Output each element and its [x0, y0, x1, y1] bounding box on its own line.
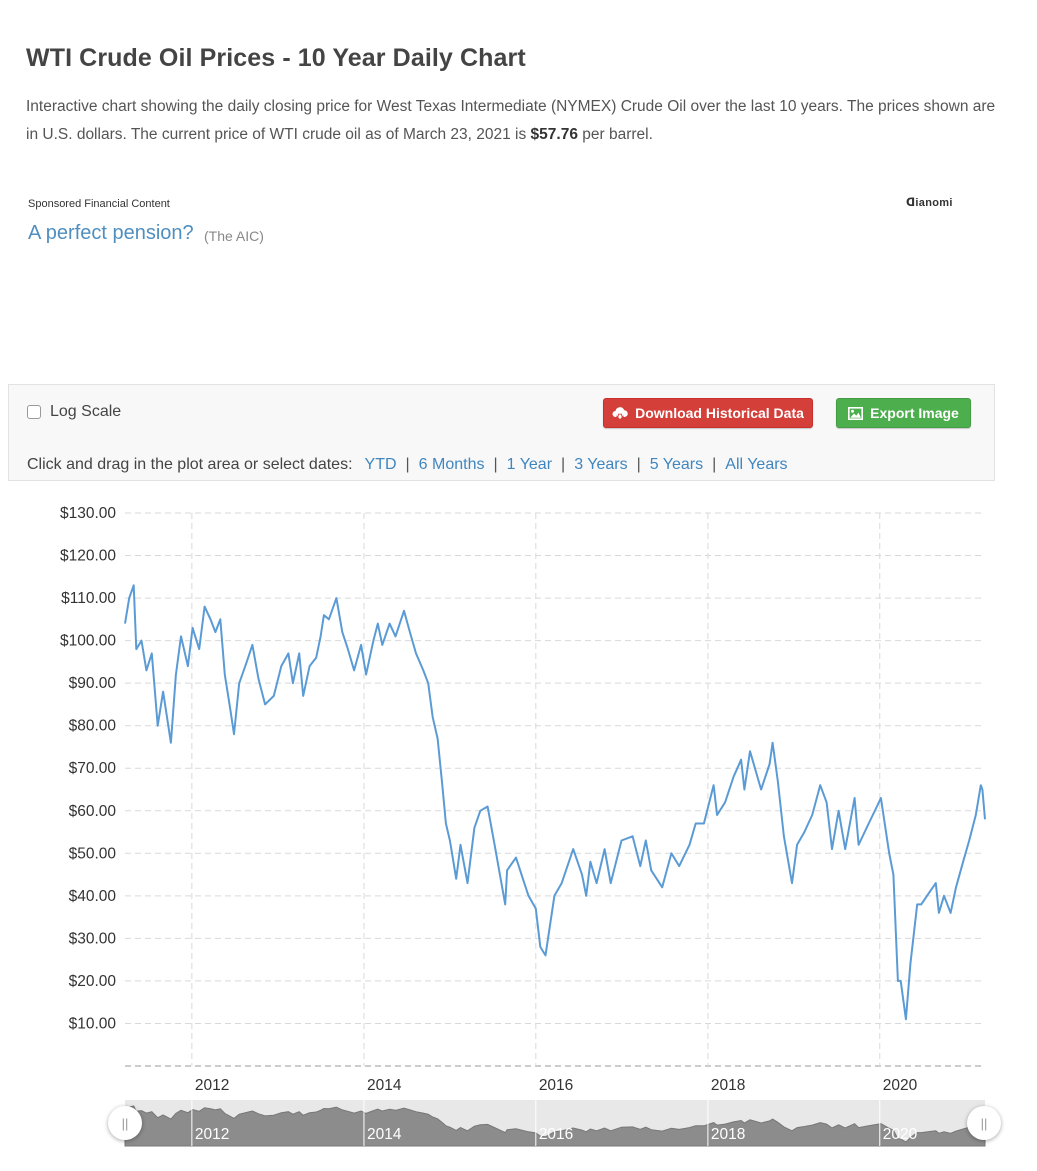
y-tick-label: $60.00 [69, 803, 117, 820]
range-3-years[interactable]: 3 Years [574, 456, 627, 474]
sponsored-label: Sponsored Financial Content [28, 198, 170, 210]
navigator-tick-label: 2014 [367, 1126, 402, 1143]
y-tick-label: $80.00 [69, 718, 117, 735]
y-tick-label: $30.00 [69, 930, 117, 947]
range-separator: | [712, 456, 717, 473]
range-ytd[interactable]: YTD [365, 456, 397, 474]
dianomi-logo: ᗡianomi [906, 197, 953, 209]
page-title: WTI Crude Oil Prices - 10 Year Daily Cha… [26, 44, 526, 72]
range-separator: | [561, 456, 566, 473]
range-6-months[interactable]: 6 Months [419, 456, 485, 474]
range-selector: Click and drag in the plot area or selec… [27, 456, 788, 474]
navigator-tick-label: 2018 [711, 1126, 745, 1143]
intro-paragraph: Interactive chart showing the daily clos… [26, 93, 1011, 149]
navigator[interactable]: 2012 2014 2016 2018 2020 [124, 1100, 986, 1147]
y-tick-label: $100.00 [60, 633, 116, 650]
price-series [124, 584, 986, 1021]
log-scale-checkbox[interactable] [27, 405, 41, 419]
chart-toolbar: Log Scale Download Historical Data Expor… [8, 384, 995, 481]
y-tick-label: $40.00 [69, 888, 117, 905]
range-prompt: Click and drag in the plot area or selec… [27, 456, 353, 473]
x-tick-label: 2016 [539, 1077, 573, 1094]
price-chart[interactable]: $130.00 $120.00 $110.00 $100.00 $90.00 $80.00… [0, 495, 1037, 1171]
range-1-year[interactable]: 1 Year [507, 456, 552, 474]
download-label: Download Historical Data [635, 405, 804, 421]
navigator-tick-label: 2016 [539, 1126, 573, 1143]
y-tick-label: $50.00 [69, 845, 117, 862]
cloud-download-icon [612, 407, 628, 420]
price-line [124, 584, 986, 1021]
y-tick-label: $20.00 [69, 973, 117, 990]
intro-suffix: per barrel. [577, 126, 653, 143]
y-tick-label: $130.00 [60, 505, 116, 522]
range-separator: | [636, 456, 641, 473]
x-tick-label: 2020 [883, 1077, 918, 1094]
log-scale-label: Log Scale [50, 403, 122, 420]
y-tick-label: $90.00 [69, 675, 117, 692]
sponsored-source: (The AIC) [204, 228, 264, 244]
y-axis: $130.00 $120.00 $110.00 $100.00 $90.00 $80.00… [60, 505, 116, 1032]
y-tick-label: $10.00 [69, 1015, 117, 1032]
range-5-years[interactable]: 5 Years [650, 456, 703, 474]
sponsored-link[interactable]: A perfect pension? [28, 222, 194, 245]
range-all-years[interactable]: All Years [725, 456, 787, 474]
export-image-button[interactable]: Export Image [836, 398, 971, 428]
range-separator: | [493, 456, 498, 473]
image-icon [848, 406, 864, 420]
navigator-right-handle[interactable]: || [967, 1106, 1001, 1140]
log-scale-toggle[interactable]: Log Scale [27, 403, 121, 421]
navigator-tick-label: 2012 [195, 1126, 229, 1143]
y-tick-label: $110.00 [61, 590, 116, 607]
y-tick-label: $120.00 [60, 548, 116, 565]
range-separator: | [405, 456, 410, 473]
x-axis: 2012 2014 2016 2018 2020 [195, 1077, 918, 1094]
x-tick-label: 2018 [711, 1077, 745, 1094]
x-tick-label: 2014 [367, 1077, 402, 1094]
intro-text: Interactive chart showing the daily clos… [26, 98, 996, 143]
x-tick-label: 2012 [195, 1077, 229, 1094]
vertical-gridlines [191, 513, 881, 1066]
horizontal-gridlines [125, 512, 985, 1067]
current-price: $57.76 [530, 126, 578, 143]
y-tick-label: $70.00 [69, 760, 117, 777]
download-historical-data-button[interactable]: Download Historical Data [603, 398, 813, 428]
navigator-left-handle[interactable]: || [108, 1106, 142, 1140]
export-label: Export Image [870, 405, 959, 421]
navigator-tick-label: 2020 [883, 1126, 918, 1143]
